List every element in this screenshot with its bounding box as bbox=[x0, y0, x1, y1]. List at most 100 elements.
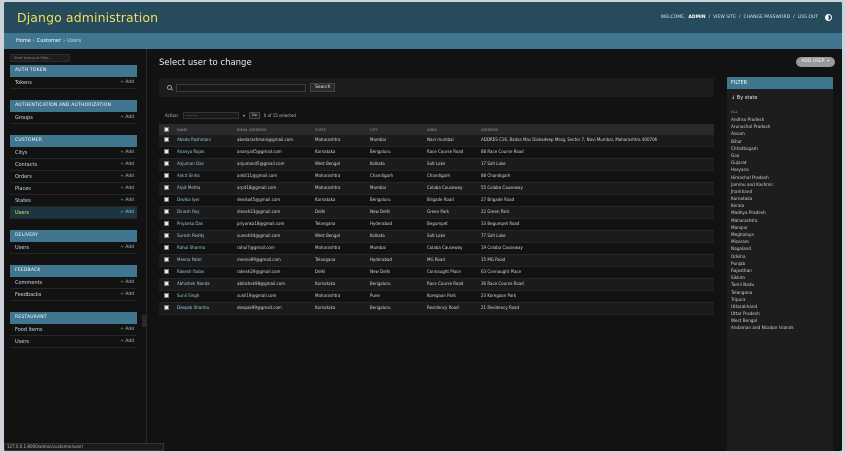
sidebar-toggle[interactable] bbox=[142, 315, 147, 327]
add-user-button[interactable]: ADD USER bbox=[796, 57, 835, 67]
row-checkbox-cell[interactable] bbox=[159, 302, 173, 315]
select-all-checkbox[interactable] bbox=[164, 126, 169, 132]
filter-option-arunachal-pradesh[interactable]: Arunachal Pradesh bbox=[727, 123, 833, 130]
go-button[interactable]: Go bbox=[248, 111, 260, 119]
column-header-city[interactable]: City bbox=[366, 124, 423, 135]
filter-option-rajasthan[interactable]: Rajasthan bbox=[727, 267, 833, 274]
row-checkbox-cell[interactable] bbox=[159, 158, 173, 171]
cell-name[interactable]: Dinesh Roy bbox=[173, 206, 233, 219]
add-link[interactable]: Add bbox=[120, 80, 134, 85]
filter-option-odisha[interactable]: Odisha bbox=[727, 253, 833, 260]
module-caption[interactable]: Restaurant bbox=[10, 312, 137, 324]
row-checkbox-cell[interactable] bbox=[159, 170, 173, 183]
sidebar-item-label[interactable]: Food items bbox=[15, 327, 42, 333]
row-checkbox[interactable] bbox=[164, 269, 169, 274]
sidebar-item-contacts[interactable]: Contacts Add bbox=[10, 159, 137, 171]
row-checkbox-cell[interactable] bbox=[159, 135, 173, 147]
row-checkbox-cell[interactable] bbox=[159, 146, 173, 159]
row-checkbox[interactable] bbox=[164, 305, 169, 310]
row-checkbox[interactable] bbox=[164, 281, 169, 286]
logout-link[interactable]: Log out bbox=[798, 15, 818, 20]
row-checkbox-cell[interactable] bbox=[159, 254, 173, 267]
filter-option-mizoram[interactable]: Mizoram bbox=[727, 238, 833, 245]
cell-name[interactable]: Abhishek Nanda bbox=[173, 278, 233, 291]
add-link[interactable]: Add bbox=[120, 115, 134, 120]
row-checkbox[interactable] bbox=[164, 185, 169, 190]
add-link[interactable]: Add bbox=[120, 280, 134, 285]
filter-option-goa[interactable]: Goa bbox=[727, 152, 833, 159]
row-checkbox-cell[interactable] bbox=[159, 278, 173, 291]
theme-toggle-icon[interactable] bbox=[825, 14, 832, 21]
row-checkbox-cell[interactable] bbox=[159, 266, 173, 279]
module-caption[interactable]: Delivery bbox=[10, 230, 137, 242]
column-header-email[interactable]: Email Address bbox=[233, 124, 311, 135]
cell-name[interactable]: Suresh Reddy bbox=[173, 230, 233, 243]
breadcrumb-home[interactable]: Home bbox=[16, 38, 31, 44]
filter-option-andhra-pradesh[interactable]: Andhra Pradesh bbox=[727, 116, 833, 123]
sidebar-item-citys[interactable]: Citys Add bbox=[10, 147, 137, 159]
search-input[interactable] bbox=[176, 83, 306, 92]
sidebar-item-label[interactable]: Users bbox=[15, 210, 29, 216]
breadcrumb-customer[interactable]: Customer bbox=[37, 38, 61, 44]
filter-option-uttarakhand[interactable]: Uttarakhand bbox=[727, 303, 833, 310]
column-header-area[interactable]: Area bbox=[423, 124, 477, 135]
cell-name[interactable]: Abeda Rashmani bbox=[173, 135, 233, 147]
sidebar-item-food-items[interactable]: Food items Add bbox=[10, 324, 137, 336]
add-link[interactable]: Add bbox=[120, 339, 134, 344]
filter-option-uttar-pradesh[interactable]: Uttar Pradesh bbox=[727, 310, 833, 317]
filter-option-tripura[interactable]: Tripura bbox=[727, 296, 833, 303]
sidebar-item-label[interactable]: Users bbox=[15, 339, 29, 345]
row-checkbox-cell[interactable] bbox=[159, 290, 173, 303]
filter-option-himachal-pradesh[interactable]: Himachal Pradesh bbox=[727, 174, 833, 181]
cell-name[interactable]: Meena Patel bbox=[173, 254, 233, 267]
add-link[interactable]: Add bbox=[120, 210, 134, 215]
sidebar-item-label[interactable]: States bbox=[15, 198, 31, 204]
add-link[interactable]: Add bbox=[120, 186, 134, 191]
add-link[interactable]: Add bbox=[120, 150, 134, 155]
module-caption[interactable]: Customer bbox=[10, 135, 137, 147]
select-all-checkbox-cell[interactable] bbox=[159, 124, 173, 135]
sidebar-item-label[interactable]: Groups bbox=[15, 115, 33, 121]
sidebar-item-groups[interactable]: Groups Add bbox=[10, 112, 137, 124]
filter-all-option[interactable]: All bbox=[727, 109, 833, 114]
row-checkbox-cell[interactable] bbox=[159, 194, 173, 207]
search-button[interactable]: Search bbox=[310, 83, 336, 92]
row-checkbox[interactable] bbox=[164, 257, 169, 262]
row-checkbox[interactable] bbox=[164, 233, 169, 238]
filter-option-meghalaya[interactable]: Meghalaya bbox=[727, 231, 833, 238]
row-checkbox[interactable] bbox=[164, 197, 169, 202]
sidebar-item-label[interactable]: Places bbox=[15, 186, 31, 192]
column-header-state[interactable]: State bbox=[311, 124, 366, 135]
column-header-name[interactable]: Name bbox=[173, 124, 233, 135]
row-checkbox[interactable] bbox=[164, 293, 169, 298]
sidebar-item-label[interactable]: Citys bbox=[15, 150, 27, 156]
nav-filter-input[interactable]: Start typing to filter... bbox=[10, 54, 70, 62]
add-link[interactable]: Add bbox=[120, 327, 134, 332]
cell-name[interactable]: Sunil Singh bbox=[173, 290, 233, 303]
module-caption[interactable]: Feedback bbox=[10, 265, 137, 277]
filter-option-telangana[interactable]: Telangana bbox=[727, 289, 833, 296]
filter-option-bihar[interactable]: Bihar bbox=[727, 138, 833, 145]
sidebar-item-users[interactable]: Users Add bbox=[10, 242, 137, 254]
cell-name[interactable]: Rakesh Yadav bbox=[173, 266, 233, 279]
add-link[interactable]: Add bbox=[120, 245, 134, 250]
cell-name[interactable]: Ankit Sinha bbox=[173, 170, 233, 183]
row-checkbox[interactable] bbox=[164, 173, 169, 178]
row-checkbox-cell[interactable] bbox=[159, 242, 173, 255]
sidebar-item-comments[interactable]: Comments Add bbox=[10, 277, 137, 289]
row-checkbox[interactable] bbox=[164, 245, 169, 250]
sidebar-item-tokens[interactable]: Tokens Add bbox=[10, 77, 137, 89]
sidebar-item-places[interactable]: Places Add bbox=[10, 183, 137, 195]
filter-option-sikkim[interactable]: Sikkim bbox=[727, 274, 833, 281]
row-checkbox-cell[interactable] bbox=[159, 218, 173, 231]
filter-option-chhattisgarh[interactable]: Chhattisgarh bbox=[727, 145, 833, 152]
cell-name[interactable]: Priyanka Das bbox=[173, 218, 233, 231]
module-caption[interactable]: Auth Token bbox=[10, 65, 137, 77]
filter-option-jharkhand[interactable]: Jharkhand bbox=[727, 188, 833, 195]
filter-option-nagaland[interactable]: Nagaland bbox=[727, 245, 833, 252]
filter-option-assam[interactable]: Assam bbox=[727, 130, 833, 137]
sidebar-item-label[interactable]: Comments bbox=[15, 280, 42, 286]
filter-option-jammu-and-kashmir[interactable]: Jammu and Kashmir bbox=[727, 181, 833, 188]
view-site-link[interactable]: View site bbox=[713, 15, 736, 20]
module-caption[interactable]: Authentication and Authorization bbox=[10, 100, 137, 112]
